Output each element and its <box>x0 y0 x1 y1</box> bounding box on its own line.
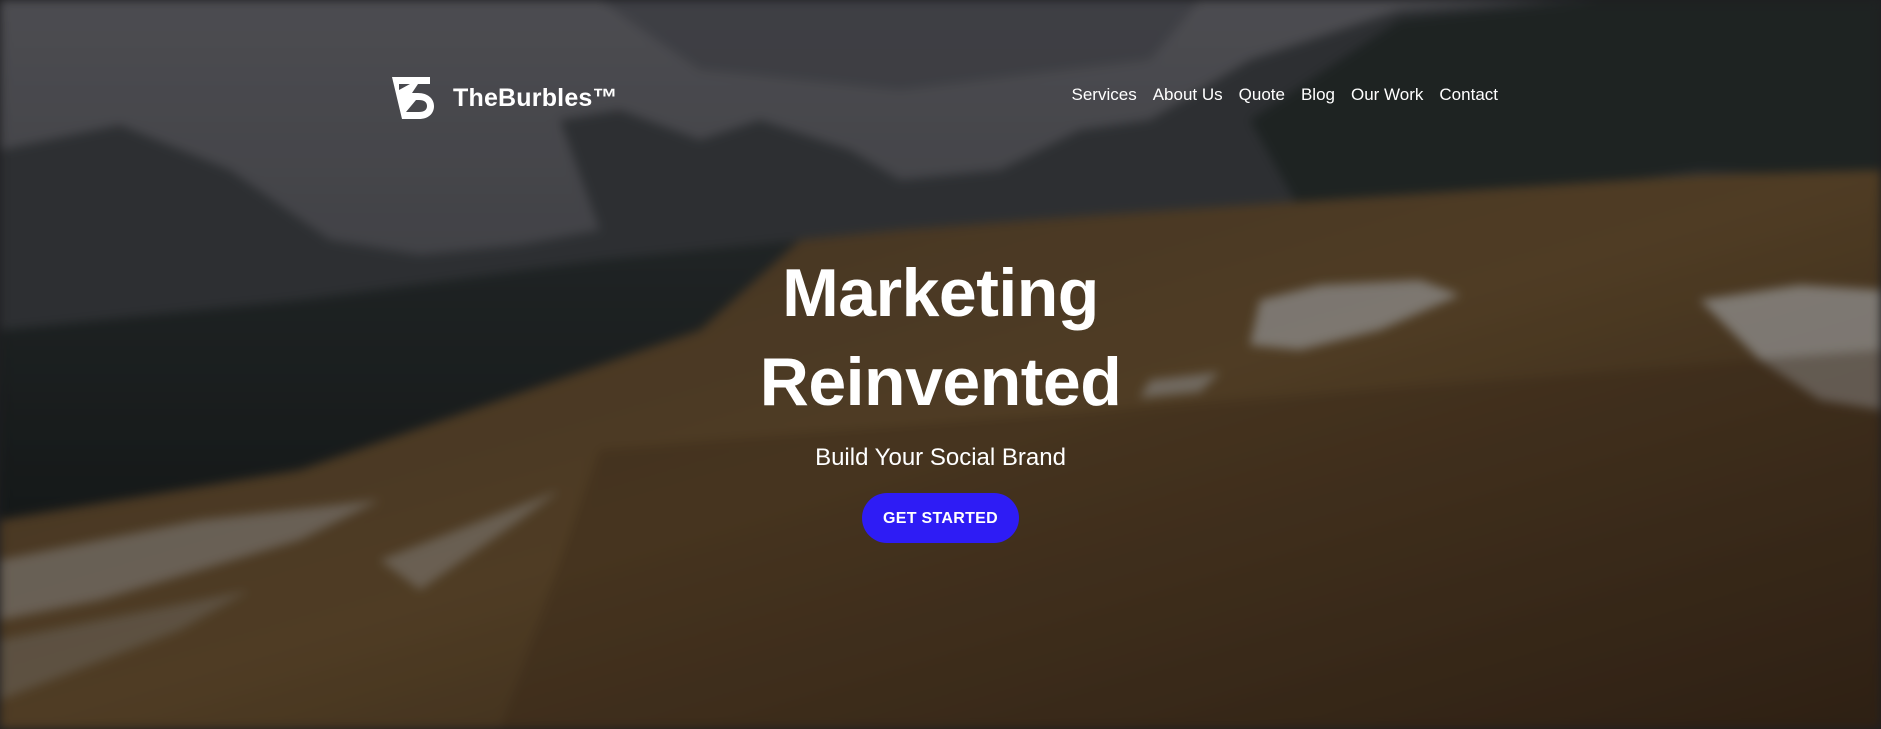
hero-section: TheBurbles™ Services About Us Quote Blog… <box>0 0 1881 729</box>
nav-link-contact[interactable]: Contact <box>1439 85 1498 104</box>
hero-title-line-1: Marketing <box>782 255 1099 331</box>
brand-name: TheBurbles™ <box>453 83 618 112</box>
nav-link-blog[interactable]: Blog <box>1301 85 1335 104</box>
tb-monogram-icon <box>392 77 434 119</box>
hero-subtitle: Build Your Social Brand <box>815 444 1066 471</box>
hero-title-line-2: Reinvented <box>759 344 1122 420</box>
get-started-button[interactable]: GET STARTED <box>862 493 1019 543</box>
site-header: TheBurbles™ Services About Us Quote Blog… <box>390 75 1498 121</box>
brand-logo-link[interactable]: TheBurbles™ <box>390 75 618 121</box>
nav-link-services[interactable]: Services <box>1072 85 1137 104</box>
nav-link-our-work[interactable]: Our Work <box>1351 85 1423 104</box>
main-navigation: Services About Us Quote Blog Our Work Co… <box>1072 85 1498 105</box>
nav-link-about-us[interactable]: About Us <box>1153 85 1223 104</box>
cta-container: GET STARTED <box>0 493 1881 543</box>
nav-link-quote[interactable]: Quote <box>1239 85 1285 104</box>
